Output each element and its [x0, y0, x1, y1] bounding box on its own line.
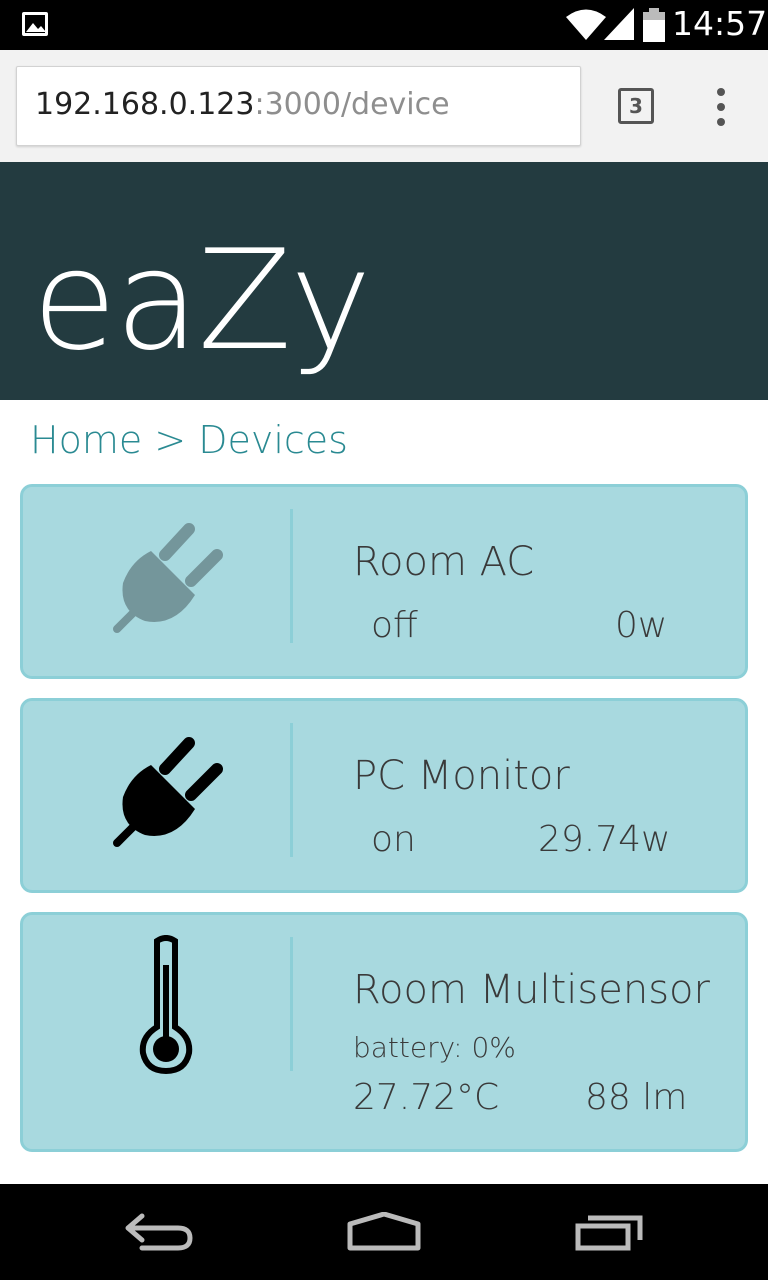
back-icon[interactable] — [122, 1212, 196, 1252]
device-light: 88 lm — [585, 1077, 688, 1118]
device-power: 29.74w — [538, 819, 671, 860]
home-icon[interactable] — [346, 1212, 422, 1252]
card-divider — [290, 509, 293, 643]
thermometer-icon — [139, 935, 193, 1075]
plug-icon — [113, 737, 223, 847]
status-bar: 14:57 — [0, 0, 768, 50]
battery-icon — [643, 8, 665, 42]
picture-icon — [22, 12, 48, 36]
overflow-menu-icon[interactable] — [711, 88, 731, 126]
address-bar[interactable]: 192.168.0.123:3000/device — [16, 66, 581, 146]
device-name: Room AC — [353, 539, 535, 585]
card-divider — [290, 937, 293, 1071]
tabs-button[interactable]: 3 — [618, 88, 654, 124]
device-state: off — [371, 605, 418, 646]
device-card-room-ac[interactable]: Room AC off 0w — [20, 484, 748, 679]
device-power: 0w — [615, 605, 668, 646]
recents-icon[interactable] — [574, 1212, 646, 1252]
device-name: PC Monitor — [353, 753, 570, 799]
signal-icon — [604, 8, 634, 40]
url-text: 192.168.0.123:3000/device — [35, 87, 450, 122]
device-card-pc-monitor[interactable]: PC Monitor on 29.74w — [20, 698, 748, 893]
device-state: on — [371, 819, 416, 860]
wifi-icon — [566, 9, 606, 40]
url-host: 192.168.0.123 — [35, 87, 255, 122]
url-path: :3000/device — [254, 87, 450, 122]
device-name: Room Multisensor — [353, 967, 710, 1013]
device-temperature: 27.72°C — [353, 1077, 500, 1118]
device-battery: battery: 0% — [353, 1031, 516, 1064]
app-logo[interactable]: eaZy — [32, 218, 372, 384]
app-header: eaZy — [0, 162, 768, 400]
card-divider — [290, 723, 293, 857]
breadcrumb[interactable]: Home > Devices — [30, 418, 348, 462]
plug-icon — [113, 523, 223, 633]
navigation-bar — [0, 1184, 768, 1280]
tab-count: 3 — [629, 94, 643, 118]
clock: 14:57 — [672, 4, 768, 43]
device-card-room-multisensor[interactable]: Room Multisensor battery: 0% 27.72°C 88 … — [20, 912, 748, 1152]
browser-toolbar: 192.168.0.123:3000/device 3 — [0, 50, 768, 162]
